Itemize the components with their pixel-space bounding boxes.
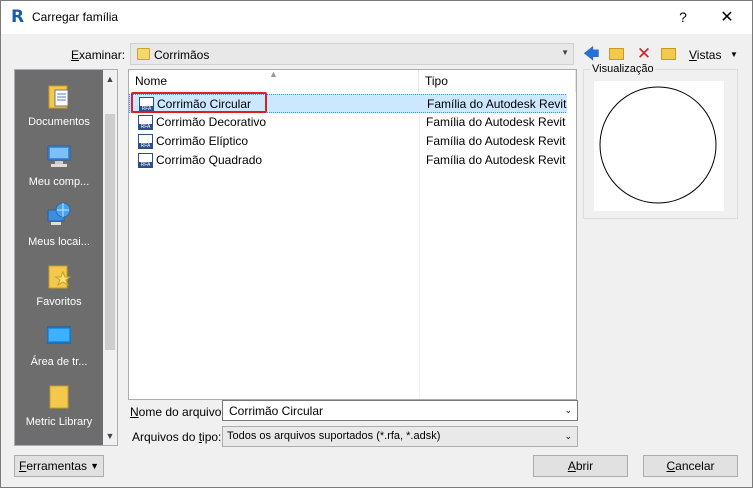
file-name: Corrimão Quadrado bbox=[156, 153, 263, 167]
file-name: Corrimão Elíptico bbox=[156, 134, 249, 148]
file-row[interactable]: Corrimão Quadrado Família do Autodesk Re… bbox=[129, 151, 568, 170]
chevron-down-icon: ▼ bbox=[90, 461, 99, 471]
cancel-button[interactable]: Cancelar bbox=[643, 455, 738, 477]
place-documents[interactable]: Documentos bbox=[15, 72, 103, 132]
filetype-value: Todos os arquivos suportados (*.rfa, *.a… bbox=[227, 430, 441, 442]
computer-icon bbox=[47, 145, 71, 167]
new-folder-icon[interactable] bbox=[659, 45, 679, 63]
delete-icon[interactable]: ✕ bbox=[634, 45, 654, 63]
favorites-icon bbox=[48, 265, 71, 289]
filetype-label: Arquivos do tipo: bbox=[132, 430, 222, 444]
documents-icon bbox=[48, 85, 69, 109]
dialog-title: Carregar família bbox=[32, 10, 119, 24]
place-label: Meus locai... bbox=[28, 236, 90, 248]
sort-ascending-icon: ▲ bbox=[269, 69, 278, 79]
rfa-file-icon bbox=[138, 153, 153, 168]
folder-icon bbox=[137, 48, 150, 60]
places-bar: Documentos Meu comp... Meus locai... Fav… bbox=[14, 69, 118, 446]
load-family-dialog: R Carregar família ? ✕ Examinar: Corrimã… bbox=[0, 0, 753, 488]
library-folder-icon bbox=[49, 385, 69, 409]
place-more bbox=[15, 432, 103, 445]
place-label: Favoritos bbox=[36, 296, 82, 308]
place-label: Metric Library bbox=[25, 416, 93, 428]
network-places-icon bbox=[47, 202, 71, 225]
filename-input[interactable]: Corrimão Circular ⌄ bbox=[222, 400, 578, 421]
folder-icon bbox=[47, 440, 71, 445]
look-in-label: Examinar: bbox=[71, 48, 126, 62]
file-row[interactable]: Corrimão Elíptico Família do Autodesk Re… bbox=[129, 132, 568, 151]
file-list: Nome ▲ Tipo Corrimão Circular Família do… bbox=[128, 69, 577, 400]
file-row[interactable]: Corrimão Decorativo Família do Autodesk … bbox=[129, 113, 568, 132]
filename-value: Corrimão Circular bbox=[229, 404, 324, 418]
chevron-down-icon[interactable]: ⌄ bbox=[564, 431, 572, 442]
scrollbar-thumb[interactable] bbox=[105, 114, 115, 350]
look-in-combo[interactable]: Corrimãos ▼ bbox=[130, 43, 574, 65]
place-favorites[interactable]: Favoritos bbox=[15, 252, 103, 312]
views-button[interactable]: Vistas bbox=[689, 48, 721, 62]
chevron-down-icon[interactable]: ⌄ bbox=[564, 405, 572, 416]
filetype-select[interactable]: Todos os arquivos suportados (*.rfa, *.a… bbox=[222, 426, 578, 447]
folder-shape bbox=[609, 48, 624, 60]
file-type: Família do Autodesk Revit bbox=[426, 153, 566, 167]
file-type: Família do Autodesk Revit bbox=[426, 134, 566, 148]
views-chevron-down-icon[interactable]: ▼ bbox=[730, 50, 738, 59]
list-scrollbar[interactable] bbox=[567, 92, 576, 399]
revit-app-icon: R bbox=[11, 7, 25, 27]
chevron-down-icon[interactable]: ▼ bbox=[561, 48, 569, 57]
column-label: Nome bbox=[135, 74, 168, 88]
chevron-up-icon[interactable]: ▲ bbox=[103, 72, 117, 86]
preview-label: Visualização bbox=[591, 63, 655, 75]
place-desktop[interactable]: Área de tr... bbox=[15, 312, 103, 372]
place-label: Documentos bbox=[28, 116, 90, 128]
filename-label: Nome do arquivo: bbox=[130, 405, 225, 419]
rfa-file-icon bbox=[138, 134, 153, 149]
column-header-name[interactable]: Nome ▲ bbox=[129, 69, 419, 92]
rfa-file-icon bbox=[138, 115, 153, 130]
file-name: Corrimão Decorativo bbox=[156, 115, 267, 129]
column-header-type[interactable]: Tipo bbox=[419, 70, 576, 92]
places-list: Documentos Meu comp... Meus locai... Fav… bbox=[15, 70, 103, 445]
preview-image bbox=[594, 81, 724, 211]
file-type: Família do Autodesk Revit bbox=[427, 97, 567, 111]
help-button[interactable]: ? bbox=[665, 5, 701, 29]
place-label: Meu comp... bbox=[28, 176, 90, 188]
tools-button[interactable]: Ferramentas ▼ bbox=[14, 455, 104, 477]
up-folder-icon[interactable] bbox=[607, 45, 627, 63]
chevron-down-icon[interactable]: ▼ bbox=[103, 429, 117, 443]
folder-shape bbox=[661, 48, 676, 60]
close-button[interactable]: ✕ bbox=[709, 5, 745, 29]
place-computer[interactable]: Meu comp... bbox=[15, 132, 103, 192]
file-type: Família do Autodesk Revit bbox=[426, 115, 566, 129]
back-arrow-icon[interactable]: 🡄 bbox=[583, 45, 603, 63]
desktop-icon bbox=[47, 326, 71, 344]
place-label: Área de tr... bbox=[30, 356, 88, 368]
selection-highlight-annotation bbox=[131, 92, 267, 113]
open-button[interactable]: Abrir bbox=[533, 455, 628, 477]
place-metric-library[interactable]: Metric Library bbox=[15, 372, 103, 432]
circle-preview-shape bbox=[599, 86, 717, 204]
column-label: Tipo bbox=[425, 74, 448, 88]
title-bar: R Carregar família ? ✕ bbox=[1, 1, 752, 34]
look-in-value: Corrimãos bbox=[154, 48, 210, 62]
places-scrollbar[interactable]: ▲ ▼ bbox=[103, 70, 117, 445]
place-network[interactable]: Meus locai... bbox=[15, 192, 103, 252]
